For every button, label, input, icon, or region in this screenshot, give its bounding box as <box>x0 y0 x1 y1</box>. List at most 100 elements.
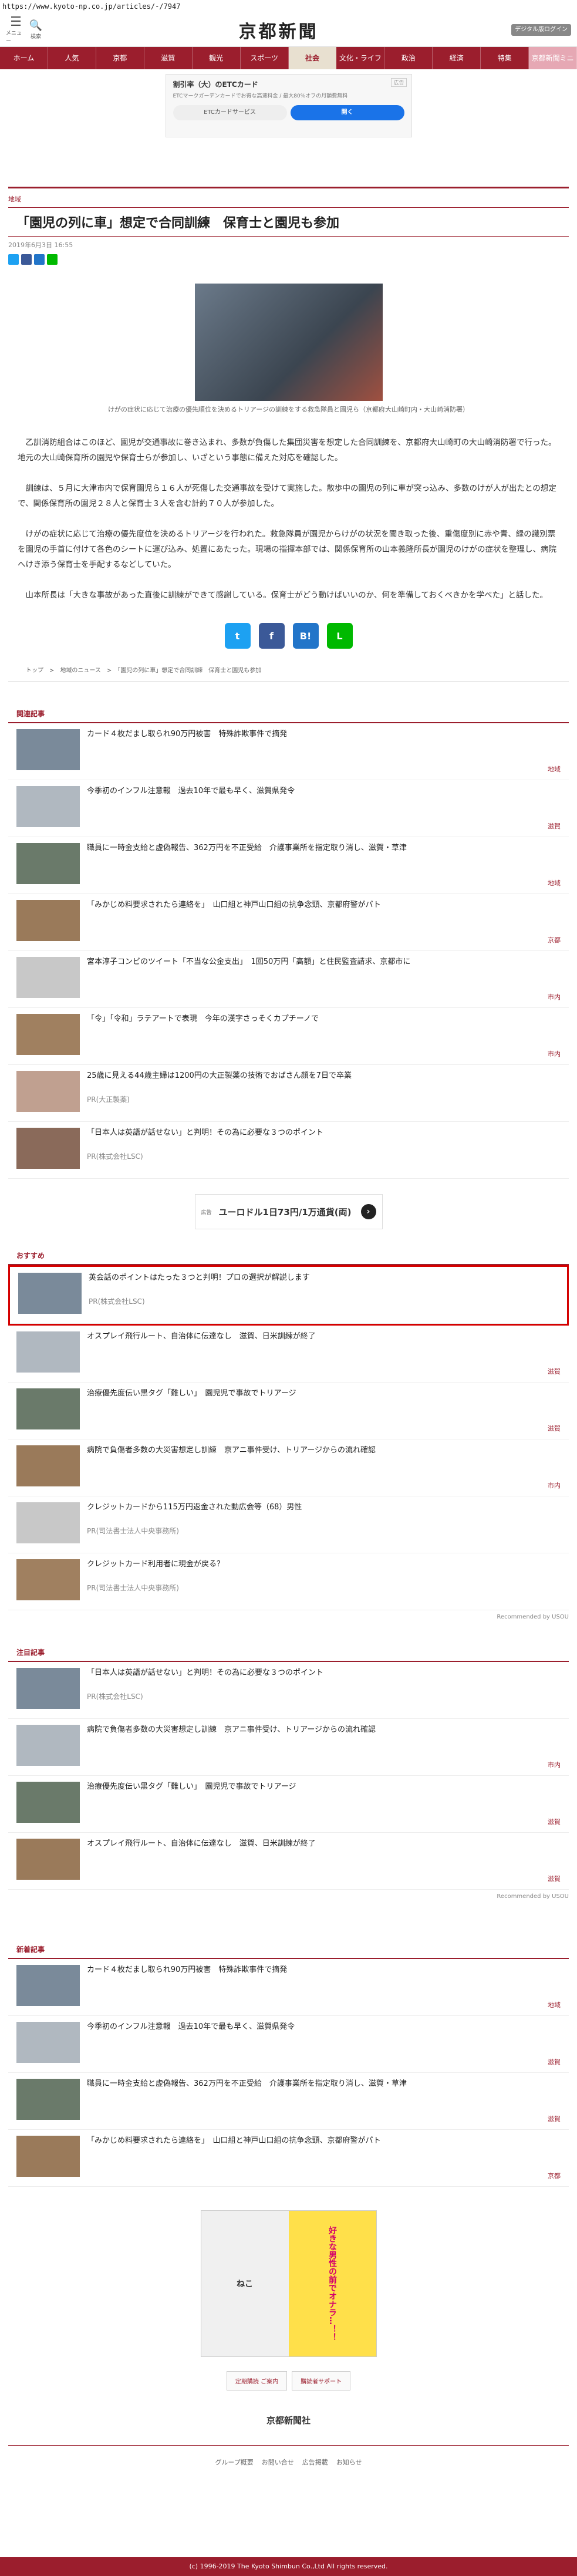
item-tag[interactable]: 滋賀 <box>548 1817 561 1826</box>
chevron-right-icon[interactable]: › <box>360 1204 376 1219</box>
thumbnail[interactable] <box>16 957 80 998</box>
thumbnail[interactable] <box>18 1273 82 1314</box>
thumbnail[interactable] <box>16 2136 80 2177</box>
item-title[interactable]: カード４枚だまし取られ90万円被害 特殊詐欺事件で摘発 <box>87 1965 561 1975</box>
thumbnail[interactable] <box>16 843 80 884</box>
thumbnail[interactable] <box>16 1331 80 1373</box>
line-share-button[interactable]: L <box>326 623 353 649</box>
article-photo[interactable] <box>194 284 383 401</box>
twitter-icon[interactable] <box>8 254 19 265</box>
thumbnail[interactable] <box>16 1445 80 1486</box>
list-item[interactable]: オスプレイ飛行ルート、自治体に伝達なし 滋賀、日米訓練が終了滋賀 <box>8 1833 569 1890</box>
list-item[interactable]: オスプレイ飛行ルート、自治体に伝達なし 滋賀、日米訓練が終了滋賀 <box>8 1326 569 1383</box>
thumbnail[interactable] <box>16 1071 80 1112</box>
hatena-icon[interactable] <box>34 254 45 265</box>
thumbnail[interactable] <box>16 1128 80 1169</box>
item-title[interactable]: 「日本人は英語が話せない」と判明！その為に必要な３つのポイント <box>87 1128 561 1138</box>
list-item[interactable]: 25歳に見える44歳主婦は1200円の大正製薬の技術でおばさん顔を7日で卒業 PR… <box>8 1065 569 1122</box>
thumbnail[interactable] <box>16 786 80 827</box>
nav-item[interactable]: 滋賀 <box>144 47 193 69</box>
list-item[interactable]: クレジットカード利用者に現金が戻る？ PR(司法書士法人中央事務所) <box>8 1553 569 1610</box>
item-tag[interactable]: 市内 <box>548 1481 561 1490</box>
list-item[interactable]: 「みかじめ料要求されたら連絡を」 山口組と神戸山口組の抗争念頭、京都府警がパト京… <box>8 894 569 951</box>
item-title[interactable]: 今季初のインフル注意報 過去10年で最も早く、滋賀県発令 <box>87 786 561 797</box>
list-item[interactable]: カード４枚だまし取られ90万円被害 特殊詐欺事件で摘発地域 <box>8 1959 569 2016</box>
item-title[interactable]: 職員に一時金支給と虚偽報告、362万円を不正受給 介護事業所を指定取り消し、滋賀… <box>87 2079 561 2089</box>
item-title[interactable]: 英会話のポイントはたった３つと判明！プロの選択が解説します <box>89 1273 559 1283</box>
item-tag[interactable]: 滋賀 <box>548 1367 561 1376</box>
item-tag[interactable]: 市内 <box>548 1049 561 1058</box>
item-tag[interactable]: 京都 <box>548 935 561 945</box>
thumbnail[interactable] <box>16 1839 80 1880</box>
thumbnail[interactable] <box>16 1668 80 1709</box>
search-button[interactable]: 🔍 検索 <box>26 19 46 40</box>
item-title[interactable]: 治療優先度伝い黒タグ「難しい」 園児児で事故でトリアージ <box>87 1782 561 1792</box>
nav-item[interactable]: ホーム <box>0 47 48 69</box>
item-title[interactable]: 「日本人は英語が話せない」と判明！その為に必要な３つのポイント <box>87 1668 561 1678</box>
ad-open-button[interactable]: 開く <box>290 105 404 120</box>
nav-item[interactable]: 京都 <box>96 47 144 69</box>
item-title[interactable]: オスプレイ飛行ルート、自治体に伝達なし 滋賀、日米訓練が終了 <box>87 1839 561 1849</box>
footer-link[interactable]: お問い合せ <box>262 2457 294 2467</box>
thumbnail[interactable] <box>16 729 80 770</box>
highlighted-item[interactable]: 英会話のポイントはたった３つと判明！プロの選択が解説します PR(株式会社LSC) <box>8 1265 569 1326</box>
nav-item[interactable]: 文化・ライフ <box>336 47 385 69</box>
item-title[interactable]: クレジットカードから115万円返金された動広会等（68）男性 <box>87 1502 561 1513</box>
nav-item[interactable]: 政治 <box>384 47 433 69</box>
digital-login-button[interactable]: デジタル版ログイン <box>511 23 571 36</box>
list-item[interactable]: 宮本淳子コンビのツイート「不当な公金支出」 1回50万円「高額」と住民監査請求、… <box>8 951 569 1008</box>
item-tag[interactable]: 地域 <box>548 764 561 774</box>
item-title[interactable]: 宮本淳子コンビのツイート「不当な公金支出」 1回50万円「高額」と住民監査請求、… <box>87 957 561 967</box>
ad-secondary-button[interactable]: ETCカードサービス <box>173 105 287 120</box>
nav-item[interactable]: 経済 <box>433 47 481 69</box>
item-title[interactable]: オスプレイ飛行ルート、自治体に伝達なし 滋賀、日米訓練が終了 <box>87 1331 561 1342</box>
facebook-share-button[interactable]: f <box>258 623 285 649</box>
list-item[interactable]: 今季初のインフル注意報 過去10年で最も早く、滋賀県発令滋賀 <box>8 780 569 837</box>
top-ad[interactable]: 割引率（大）のETCカード 広告 ETCマークガーデンカードでお得な高速料金 /… <box>165 74 412 137</box>
nav-item[interactable]: 特集 <box>481 47 529 69</box>
list-item[interactable]: 治療優先度伝い黒タグ「難しい」 園児児で事故でトリアージ 滋賀 <box>8 1383 569 1439</box>
item-tag[interactable]: 京都 <box>548 2171 561 2180</box>
item-tag[interactable]: 滋賀 <box>548 1874 561 1883</box>
thumbnail[interactable] <box>16 1782 80 1823</box>
thumbnail[interactable] <box>16 1559 80 1600</box>
item-title[interactable]: カード４枚だまし取られ90万円被害 特殊詐欺事件で摘発 <box>87 729 561 740</box>
item-tag[interactable]: 滋賀 <box>548 821 561 831</box>
list-item[interactable]: 病院で負傷者多数の大災害想定し訓練 京アニ事件受け、トリアージからの流れ確認市内 <box>8 1719 569 1776</box>
nav-item[interactable]: 社会 <box>288 47 337 69</box>
support-button[interactable]: 購読者サポート <box>292 2371 351 2390</box>
item-title[interactable]: 「みかじめ料要求されたら連絡を」 山口組と神戸山口組の抗争念頭、京都府警がパト <box>87 900 561 911</box>
footer-link[interactable]: お知らせ <box>336 2457 362 2467</box>
nav-item[interactable]: 観光 <box>193 47 241 69</box>
subscribe-button[interactable]: 定期購読 ご案内 <box>226 2371 288 2390</box>
item-title[interactable]: 病院で負傷者多数の大災害想定し訓練 京アニ事件受け、トリアージからの流れ確認 <box>87 1445 561 1456</box>
site-logo[interactable]: 京都新聞 <box>46 17 511 43</box>
thumbnail[interactable] <box>16 1965 80 2006</box>
list-item[interactable]: 病院で負傷者多数の大災害想定し訓練 京アニ事件受け、トリアージからの流れ確認市内 <box>8 1439 569 1496</box>
list-item[interactable]: 「みかじめ料要求されたら連絡を」 山口組と神戸山口組の抗争念頭、京都府警がパト京… <box>8 2130 569 2187</box>
item-tag[interactable]: 地域 <box>548 2000 561 2009</box>
hatena-share-button[interactable]: B! <box>292 623 319 649</box>
nav-item[interactable]: スポーツ <box>241 47 289 69</box>
list-item[interactable]: 職員に一時金支給と虚偽報告、362万円を不正受給 介護事業所を指定取り消し、滋賀… <box>8 2073 569 2130</box>
mid-ad[interactable]: 広告 ユーロドル1日73円/1万通貨(両) › <box>194 1194 383 1229</box>
item-tag[interactable]: 滋賀 <box>548 2114 561 2123</box>
url-bar[interactable]: https://www.kyoto-np.co.jp/articles/-/79… <box>0 0 577 13</box>
item-title[interactable]: 「みかじめ料要求されたら連絡を」 山口組と神戸山口組の抗争念頭、京都府警がパト <box>87 2136 561 2146</box>
list-item[interactable]: 今季初のインフル注意報 過去10年で最も早く、滋賀県発令滋賀 <box>8 2016 569 2073</box>
list-item[interactable]: カード４枚だまし取られ90万円被害 特殊詐欺事件で摘発地域 <box>8 723 569 780</box>
item-title[interactable]: クレジットカード利用者に現金が戻る？ <box>87 1559 561 1570</box>
list-item[interactable]: クレジットカードから115万円返金された動広会等（68）男性 PR(司法書士法人中… <box>8 1496 569 1553</box>
item-title[interactable]: 今季初のインフル注意報 過去10年で最も早く、滋賀県発令 <box>87 2022 561 2032</box>
thumbnail[interactable] <box>16 1388 80 1429</box>
thumbnail[interactable] <box>16 2079 80 2120</box>
bottom-ad[interactable]: ねこ 好きな男性の前でオナラ…！！ <box>200 2210 377 2357</box>
item-tag[interactable]: 市内 <box>548 1760 561 1769</box>
footer-logo[interactable]: 京都新聞社 <box>0 2414 577 2426</box>
item-tag[interactable]: 滋賀 <box>548 2057 561 2066</box>
item-title[interactable]: 治療優先度伝い黒タグ「難しい」 園児児で事故でトリアージ <box>87 1388 561 1399</box>
item-title[interactable]: 病院で負傷者多数の大災害想定し訓練 京アニ事件受け、トリアージからの流れ確認 <box>87 1725 561 1735</box>
article-category[interactable]: 地域 <box>0 188 577 207</box>
facebook-icon[interactable] <box>21 254 32 265</box>
list-item[interactable]: 職員に一時金支給と虚偽報告、362万円を不正受給 介護事業所を指定取り消し、滋賀… <box>8 837 569 894</box>
